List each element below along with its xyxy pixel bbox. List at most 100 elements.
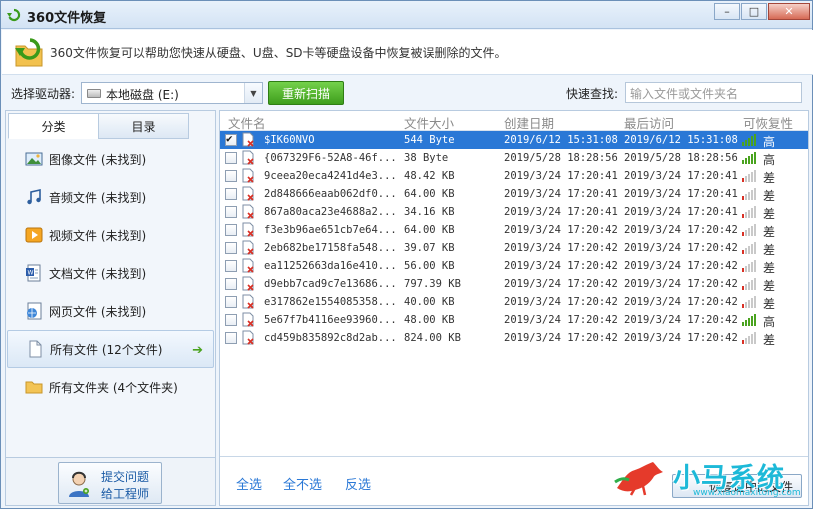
banner-text: 360文件恢复可以帮助您快速从硬盘、U盘、SD卡等硬盘设备中恢复被误删除的文件。	[50, 46, 507, 60]
submit-issue-button[interactable]: 提交问题 给工程师	[58, 462, 162, 504]
rescan-button[interactable]: 重新扫描	[268, 81, 344, 105]
table-row[interactable]: f3e3b96ae651cb7e64... 64.00 KB 2019/3/24 1…	[220, 221, 808, 239]
drive-toolbar: 选择驱动器: 本地磁盘 (E:) ▼ 重新扫描 快速查找: 输入文件或文件夹名	[1, 79, 812, 109]
table-row[interactable]: d9ebb7cad9c7e13686... 797.39 KB 2019/3/24 …	[220, 275, 808, 293]
support-line-2: 给工程师	[101, 487, 150, 501]
table-row[interactable]: ea11252663da16e410... 56.00 KB 2019/3/24 1…	[220, 257, 808, 275]
file-created: 2019/5/28 18:28:56	[504, 152, 618, 164]
table-row[interactable]: e317862e1554085358... 40.00 KB 2019/3/24 1…	[220, 293, 808, 311]
file-size: 64.00 KB	[404, 188, 455, 200]
file-name: $IK60NVO	[264, 134, 315, 146]
category-item-documents[interactable]: W 文档文件 (未找到)	[7, 254, 214, 292]
category-label: 网页文件 (未找到)	[49, 304, 147, 319]
row-checkbox[interactable]	[225, 152, 237, 164]
table-row[interactable]: 2eb682be17158fa548... 39.07 KB 2019/3/24 1…	[220, 239, 808, 257]
select-none-link[interactable]: 全不选	[283, 474, 322, 493]
table-row[interactable]: cd459b835892c8d2ab... 824.00 KB 2019/3/24 …	[220, 329, 808, 347]
signal-bars-icon	[742, 332, 756, 344]
row-checkbox[interactable]	[225, 170, 237, 182]
row-checkbox[interactable]	[225, 188, 237, 200]
quick-search-input[interactable]: 输入文件或文件夹名	[625, 82, 802, 103]
file-created: 2019/3/24 17:20:41	[504, 188, 618, 200]
category-list: 图像文件 (未找到) 音频文件 (未找到) 视频文件 (未找到) W 文档文件 …	[7, 140, 214, 406]
file-created: 2019/3/24 17:20:42	[504, 314, 618, 326]
file-created: 2019/3/24 17:20:42	[504, 242, 618, 254]
file-created: 2019/3/24 17:20:41	[504, 206, 618, 218]
chevron-down-icon[interactable]: ▼	[244, 83, 262, 103]
file-size: 544 Byte	[404, 134, 455, 146]
file-size: 56.00 KB	[404, 260, 455, 272]
category-item-images[interactable]: 图像文件 (未找到)	[7, 140, 214, 178]
tab-category[interactable]: 分类	[8, 113, 99, 139]
deleted-file-icon	[242, 294, 254, 309]
category-item-all-folders[interactable]: 所有文件夹 (4个文件夹)	[7, 368, 214, 406]
tab-directory[interactable]: 目录	[98, 113, 189, 139]
category-item-webpages[interactable]: 网页文件 (未找到)	[7, 292, 214, 330]
app-window: 360文件恢复 – □ ✕ 360文件恢复可以帮助您快速从硬盘、U盘、SD卡等硬…	[0, 0, 813, 509]
file-size: 48.00 KB	[404, 314, 455, 326]
file-created: 2019/3/24 17:20:42	[504, 278, 618, 290]
category-label: 音频文件 (未找到)	[49, 190, 147, 205]
category-item-all-files[interactable]: 所有文件 (12个文件) ➔	[7, 330, 214, 368]
document-icon: W	[26, 264, 41, 282]
file-size: 40.00 KB	[404, 296, 455, 308]
signal-bars-icon	[742, 170, 756, 182]
row-checkbox[interactable]	[225, 278, 237, 290]
table-row[interactable]: {067329F6-52A8-46f... 38 Byte 2019/5/28 18…	[220, 149, 808, 167]
engineer-icon	[69, 471, 89, 497]
recoverability-label: 差	[763, 207, 776, 221]
column-header-size[interactable]: 文件大小	[404, 113, 454, 132]
column-header-recoverability[interactable]: 可恢复性	[743, 113, 793, 132]
file-accessed: 2019/3/24 17:20:41	[624, 206, 738, 218]
row-checkbox[interactable]	[225, 296, 237, 308]
recoverability-label: 高	[763, 135, 776, 149]
file-size: 797.39 KB	[404, 278, 461, 290]
row-checkbox[interactable]	[225, 224, 237, 236]
file-accessed: 2019/3/24 17:20:42	[624, 224, 738, 236]
maximize-button[interactable]: □	[741, 3, 767, 20]
recoverability-label: 差	[763, 243, 776, 257]
watermark: 小马系统 www.xiaomaxitong.com	[613, 456, 803, 500]
deleted-file-icon	[242, 186, 254, 201]
svg-text:W: W	[28, 270, 34, 277]
column-header-created[interactable]: 创建日期	[504, 113, 554, 132]
file-name: d9ebb7cad9c7e13686...	[264, 278, 397, 290]
table-row[interactable]: 2d848666eaab062df0... 64.00 KB 2019/3/24 1…	[220, 185, 808, 203]
file-name: e317862e1554085358...	[264, 296, 397, 308]
file-size: 48.42 KB	[404, 170, 455, 182]
row-checkbox[interactable]	[225, 260, 237, 272]
row-checkbox[interactable]	[225, 132, 237, 146]
category-item-video[interactable]: 视频文件 (未找到)	[7, 216, 214, 254]
table-row[interactable]: 5e67f7b4116ee93960... 48.00 KB 2019/3/24 1…	[220, 311, 808, 329]
table-row[interactable]: $IK60NVO 544 Byte 2019/6/12 15:31:08 2019/6…	[220, 131, 808, 149]
row-checkbox[interactable]	[225, 332, 237, 344]
column-header-accessed[interactable]: 最后访问	[624, 113, 674, 132]
drive-label: 选择驱动器:	[11, 87, 76, 101]
row-checkbox[interactable]	[225, 314, 237, 326]
minimize-button[interactable]: –	[714, 3, 740, 20]
select-all-link[interactable]: 全选	[236, 474, 262, 493]
file-size: 39.07 KB	[404, 242, 455, 254]
column-header-name[interactable]: 文件名	[228, 113, 266, 132]
table-row[interactable]: 9ceea20eca4241d4e3... 48.42 KB 2019/3/24 1…	[220, 167, 808, 185]
horse-logo-icon	[614, 462, 663, 496]
recoverability-label: 差	[763, 297, 776, 311]
drive-select[interactable]: 本地磁盘 (E:) ▼	[81, 82, 263, 104]
deleted-file-icon	[242, 330, 254, 345]
file-name: {067329F6-52A8-46f...	[264, 152, 397, 164]
recover-arrow-icon	[7, 8, 21, 22]
invert-selection-link[interactable]: 反选	[345, 474, 371, 493]
file-table-body: $IK60NVO 544 Byte 2019/6/12 15:31:08 2019/6…	[220, 131, 808, 347]
file-created: 2019/3/24 17:20:42	[504, 332, 618, 344]
file-created: 2019/3/24 17:20:42	[504, 260, 618, 272]
row-checkbox[interactable]	[225, 206, 237, 218]
table-row[interactable]: 867a80aca23e4688a2... 34.16 KB 2019/3/24 1…	[220, 203, 808, 221]
title-bar: 360文件恢复 – □ ✕	[1, 1, 812, 29]
file-accessed: 2019/3/24 17:20:42	[624, 332, 738, 344]
file-created: 2019/3/24 17:20:42	[504, 296, 618, 308]
category-item-audio[interactable]: 音频文件 (未找到)	[7, 178, 214, 216]
close-button[interactable]: ✕	[768, 3, 810, 20]
file-size: 64.00 KB	[404, 224, 455, 236]
deleted-file-icon	[242, 168, 254, 183]
row-checkbox[interactable]	[225, 242, 237, 254]
